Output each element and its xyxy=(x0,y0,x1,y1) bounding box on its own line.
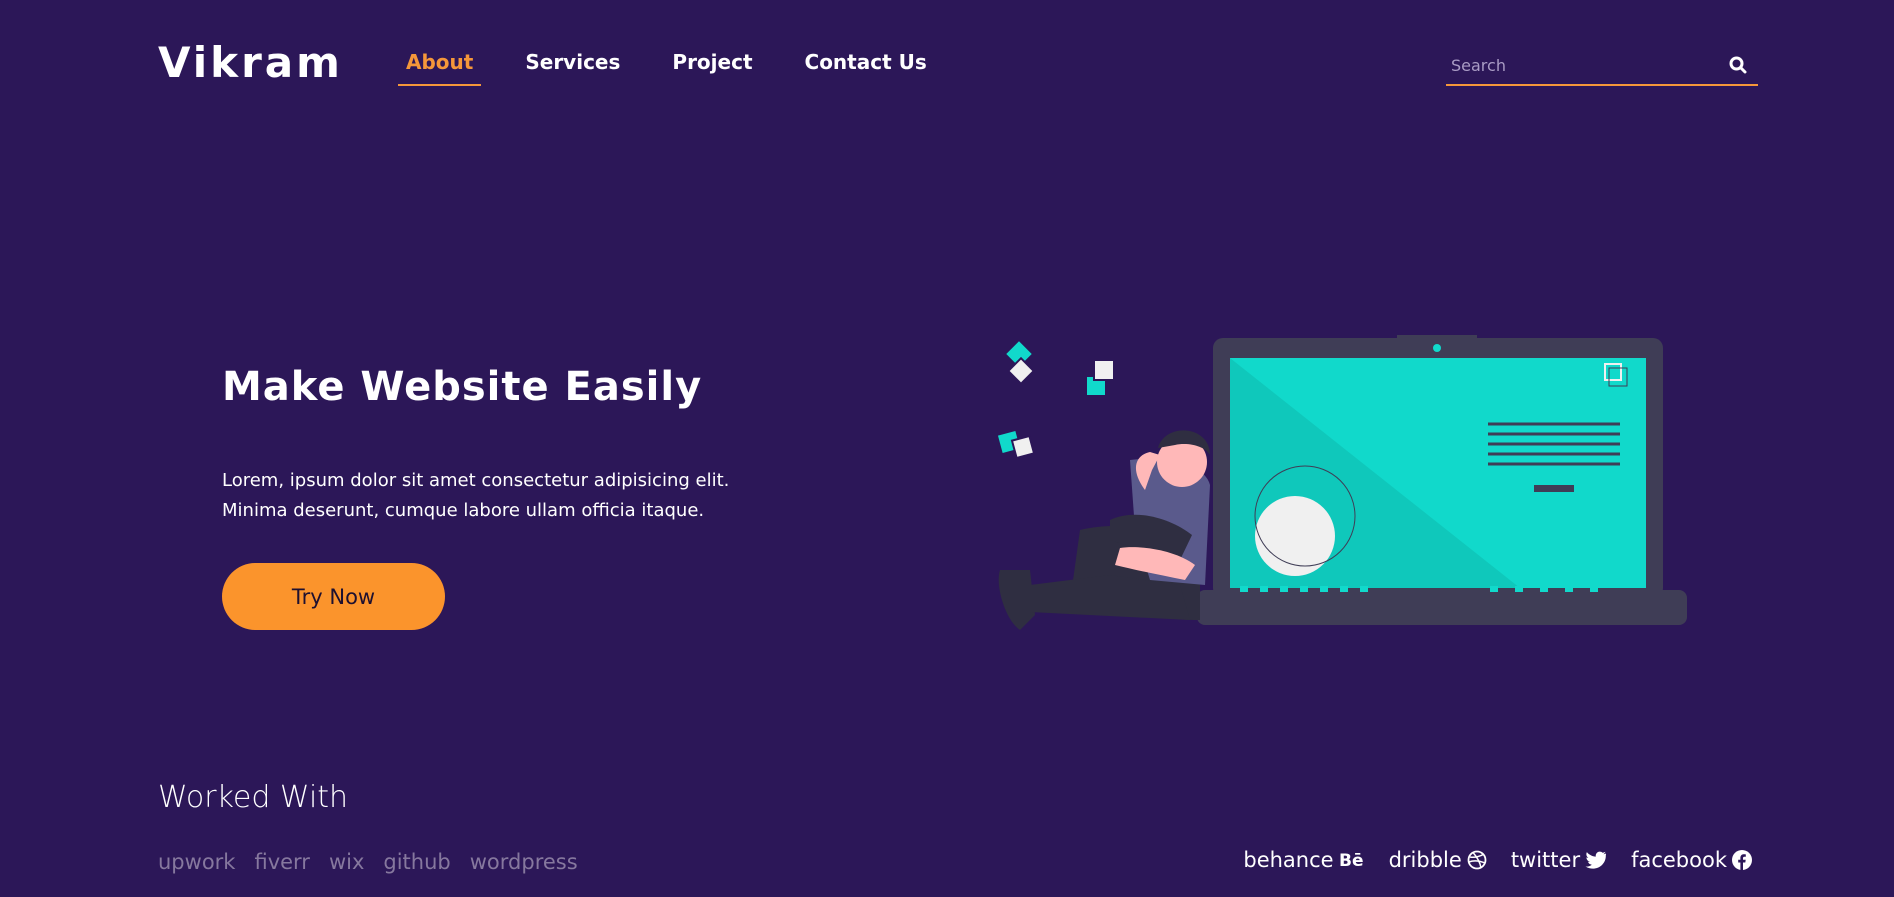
try-now-button[interactable]: Try Now xyxy=(222,563,445,630)
partner-github[interactable]: github xyxy=(383,850,450,874)
floating-squares xyxy=(997,341,1115,460)
hero-title: Make Website Easily xyxy=(222,364,703,410)
twitter-icon xyxy=(1585,851,1607,869)
hero-illustration xyxy=(997,335,1687,630)
partner-fiverr[interactable]: fiverr xyxy=(254,850,309,874)
behance-icon: Bē xyxy=(1339,851,1365,869)
nav-about[interactable]: About xyxy=(398,50,482,86)
nav-project[interactable]: Project xyxy=(664,50,760,84)
partner-upwork[interactable]: upwork xyxy=(158,850,235,874)
social-facebook-label: facebook xyxy=(1631,848,1727,872)
partner-wix[interactable]: wix xyxy=(329,850,364,874)
facebook-icon xyxy=(1732,850,1752,870)
partner-wordpress[interactable]: wordpress xyxy=(470,850,578,874)
social-twitter-label: twitter xyxy=(1510,848,1581,872)
hero-description-line-2: Minima deserunt, cumque labore ullam off… xyxy=(222,500,705,521)
worked-with-title: Worked With xyxy=(158,780,349,815)
search-input[interactable] xyxy=(1446,55,1718,75)
social-dribbble-label: dribble xyxy=(1388,848,1462,872)
social-twitter[interactable]: twitter xyxy=(1511,848,1607,872)
partner-list: upwork fiverr wix github wordpress xyxy=(158,850,597,874)
site-logo[interactable]: Vikram xyxy=(158,38,343,87)
search-icon[interactable] xyxy=(1718,50,1758,80)
hero-description: Lorem, ipsum dolor sit amet consectetur … xyxy=(222,466,782,526)
social-links: behance Bē dribble twitter facebook xyxy=(1219,848,1752,872)
main-nav: About Services Project Contact Us xyxy=(398,50,971,86)
svg-text:Bē: Bē xyxy=(1339,851,1364,869)
social-facebook[interactable]: facebook xyxy=(1631,848,1752,872)
laptop xyxy=(1197,335,1687,625)
nav-services[interactable]: Services xyxy=(517,50,628,84)
person xyxy=(998,430,1210,630)
hero-description-line-1: Lorem, ipsum dolor sit amet consectetur … xyxy=(222,470,730,491)
search-bar xyxy=(1446,46,1758,86)
social-dribbble[interactable]: dribble xyxy=(1389,848,1487,872)
social-behance[interactable]: behance Bē xyxy=(1243,848,1364,872)
nav-contact-us[interactable]: Contact Us xyxy=(797,50,935,84)
dribbble-icon xyxy=(1467,850,1487,870)
social-behance-label: behance xyxy=(1243,848,1334,872)
